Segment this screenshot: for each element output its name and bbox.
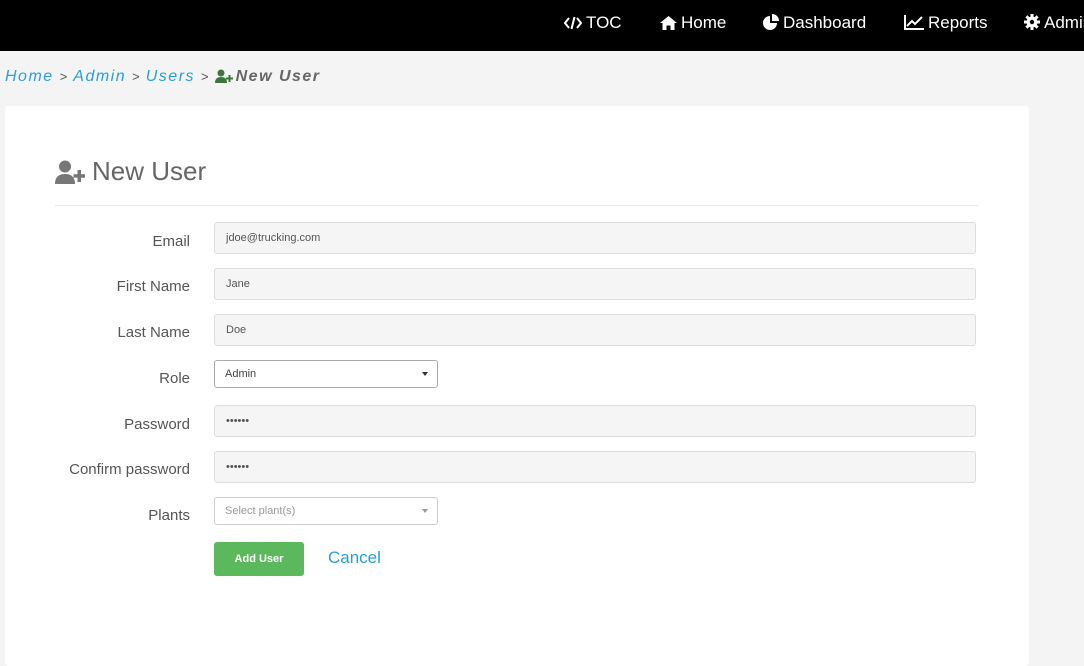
caret-down-icon — [422, 372, 428, 376]
breadcrumb-separator: > — [201, 69, 209, 84]
caret-down-icon — [422, 509, 428, 513]
last-name-label: Last Name — [117, 324, 190, 341]
password-label: Password — [124, 416, 190, 433]
user-plus-icon — [214, 69, 233, 83]
user-plus-icon — [55, 160, 85, 184]
email-field[interactable] — [214, 222, 976, 254]
breadcrumb-current-label: New User — [235, 68, 321, 85]
page-title-text: New User — [92, 156, 207, 186]
email-label: Email — [152, 233, 190, 250]
gear-icon — [1024, 14, 1040, 30]
nav-home[interactable]: Home — [660, 0, 726, 51]
breadcrumb-separator: > — [59, 69, 68, 84]
first-name-label: First Name — [116, 278, 190, 295]
breadcrumb-home[interactable]: Home — [5, 68, 54, 85]
plants-select[interactable]: Select plant(s) — [214, 497, 438, 525]
role-select-value: Admin — [225, 368, 257, 380]
last-name-field[interactable] — [214, 314, 976, 346]
confirm-password-label: Confirm password — [69, 461, 190, 478]
top-navbar: TOC Home Dashboard Reports Admin — [0, 0, 1084, 51]
pie-chart-icon — [763, 14, 779, 30]
nav-toc-label: TOC — [586, 13, 622, 32]
breadcrumb-users[interactable]: Users — [146, 68, 195, 85]
role-label: Role — [159, 370, 190, 387]
line-chart-icon — [904, 15, 924, 30]
plants-select-placeholder: Select plant(s) — [225, 505, 296, 517]
nav-toc[interactable]: TOC — [563, 0, 622, 51]
nav-admin[interactable]: Admin — [1024, 0, 1084, 51]
title-divider — [55, 205, 978, 206]
nav-home-label: Home — [681, 13, 727, 32]
nav-dashboard-label: Dashboard — [783, 13, 867, 32]
code-icon — [563, 16, 583, 30]
plants-label: Plants — [148, 507, 190, 524]
breadcrumb: Home > Admin > Users > New User — [5, 66, 321, 88]
role-select[interactable]: Admin — [214, 360, 438, 388]
breadcrumb-separator: > — [132, 69, 140, 84]
password-field[interactable] — [214, 405, 976, 437]
add-user-button[interactable]: Add User — [214, 542, 304, 576]
breadcrumb-current: New User — [214, 68, 321, 85]
home-icon — [660, 16, 677, 30]
nav-admin-label: Admin — [1044, 13, 1084, 32]
nav-dashboard[interactable]: Dashboard — [763, 0, 866, 51]
first-name-field[interactable] — [214, 268, 976, 300]
nav-reports[interactable]: Reports — [904, 0, 988, 51]
form-panel: New User Email First Name Last Name Role… — [5, 106, 1029, 666]
nav-reports-label: Reports — [928, 13, 988, 32]
page-title: New User — [55, 156, 206, 187]
confirm-password-field[interactable] — [214, 451, 976, 483]
cancel-link[interactable]: Cancel — [328, 548, 381, 568]
breadcrumb-admin[interactable]: Admin — [73, 68, 126, 85]
